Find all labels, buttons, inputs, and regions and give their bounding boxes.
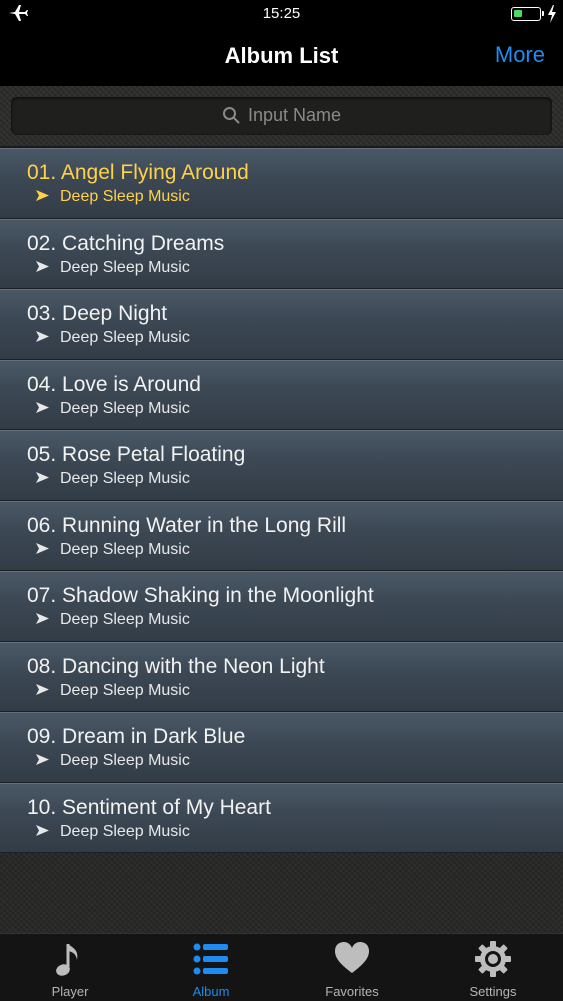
album-row[interactable]: 05. Rose Petal Floating Deep Sleep Music: [0, 430, 563, 501]
tab-label: Album: [192, 984, 230, 999]
album-artist: Deep Sleep Music: [36, 470, 190, 488]
album-artist: Deep Sleep Music: [36, 541, 190, 559]
tab-label: Player: [51, 984, 89, 999]
list-background: [0, 853, 563, 933]
tab-bar: Player Album Favorites Settings: [0, 933, 563, 1001]
album-artist-label: Deep Sleep Music: [60, 752, 190, 769]
tab-album[interactable]: Album: [141, 934, 281, 1001]
album-artist-label: Deep Sleep Music: [60, 188, 190, 205]
album-artist-label: Deep Sleep Music: [60, 822, 190, 840]
tab-label: Settings: [469, 984, 517, 999]
heart-icon: [335, 942, 369, 973]
album-artist: Deep Sleep Music: [36, 400, 190, 418]
play-arrow-icon: [36, 331, 49, 342]
album-title: 01. Angel Flying Around: [27, 161, 249, 184]
search-placeholder: Input Name: [247, 105, 342, 125]
play-arrow-icon: [36, 260, 49, 272]
album-artist: Deep Sleep Music: [36, 188, 190, 206]
album-title: 04. Love is Around: [27, 372, 201, 396]
tab-favorites[interactable]: Favorites: [282, 934, 422, 1001]
album-title: 10. Sentiment of My Heart: [27, 795, 271, 819]
album-row[interactable]: 06. Running Water in the Long Rill Deep S…: [0, 500, 563, 571]
album-artist: Deep Sleep Music: [36, 259, 190, 277]
album-artist-label: Deep Sleep Music: [60, 399, 190, 417]
music-note-icon: [56, 944, 78, 976]
album-artist: Deep Sleep Music: [36, 752, 190, 770]
album-artist-label: Deep Sleep Music: [60, 470, 190, 487]
album-artist-label: Deep Sleep Music: [60, 681, 190, 699]
play-arrow-icon: [36, 472, 49, 483]
album-row[interactable]: 07. Shadow Shaking in the Moonlight Deep …: [0, 571, 563, 642]
album-row[interactable]: 02. Catching Dreams Deep Sleep Music: [0, 218, 563, 289]
page-title: Album List: [224, 43, 339, 68]
album-row[interactable]: 09. Dream in Dark Blue Deep Sleep Music: [0, 712, 563, 783]
album-list: 01. Angel Flying Around Deep Sleep Music 0…: [0, 148, 563, 853]
album-title: 07. Shadow Shaking in the Moonlight: [27, 584, 374, 607]
album-artist: Deep Sleep Music: [36, 329, 190, 347]
album-row[interactable]: 03. Deep Night Deep Sleep Music: [0, 289, 563, 360]
tab-settings[interactable]: Settings: [423, 934, 563, 1001]
album-title: 03. Deep Night: [27, 302, 168, 325]
album-title: 05. Rose Petal Floating: [27, 443, 246, 466]
album-row[interactable]: 04. Love is Around Deep Sleep Music: [0, 359, 563, 430]
play-arrow-icon: [36, 683, 49, 695]
album-artist-label: Deep Sleep Music: [60, 329, 190, 346]
search-area: Input Name: [0, 86, 563, 146]
status-bar: 15:25: [0, 0, 563, 28]
search-icon: [222, 107, 240, 124]
more-button[interactable]: More: [495, 42, 545, 68]
album-title: 08. Dancing with the Neon Light: [27, 654, 325, 678]
search-input[interactable]: Input Name: [11, 97, 552, 135]
album-artist: Deep Sleep Music: [36, 823, 190, 841]
album-artist-label: Deep Sleep Music: [60, 540, 190, 558]
album-artist: Deep Sleep Music: [36, 682, 190, 700]
play-arrow-icon: [36, 190, 49, 201]
tab-player[interactable]: Player: [0, 934, 140, 1001]
play-arrow-icon: [36, 542, 49, 554]
album-row[interactable]: 01. Angel Flying Around Deep Sleep Music: [0, 148, 563, 219]
play-arrow-icon: [36, 824, 49, 836]
album-row[interactable]: 08. Dancing with the Neon Light Deep Slee…: [0, 641, 563, 712]
tab-label: Favorites: [325, 984, 379, 999]
play-arrow-icon: [36, 613, 49, 624]
battery-icon: [511, 7, 544, 21]
album-artist-label: Deep Sleep Music: [60, 258, 190, 276]
album-title: 02. Catching Dreams: [27, 231, 225, 255]
album-artist-label: Deep Sleep Music: [60, 611, 190, 628]
play-arrow-icon: [36, 754, 49, 765]
album-title: 09. Dream in Dark Blue: [27, 725, 246, 748]
album-artist: Deep Sleep Music: [36, 611, 190, 629]
play-arrow-icon: [36, 401, 49, 413]
album-row[interactable]: 10. Sentiment of My Heart Deep Sleep Musi…: [0, 782, 563, 853]
navigation-bar: Album List More: [0, 28, 563, 86]
album-title: 06. Running Water in the Long Rill: [27, 513, 347, 537]
gear-icon: [475, 941, 511, 977]
charging-bolt-icon: [548, 5, 556, 23]
status-time: 15:25: [262, 5, 301, 22]
list-icon: [193, 943, 228, 975]
